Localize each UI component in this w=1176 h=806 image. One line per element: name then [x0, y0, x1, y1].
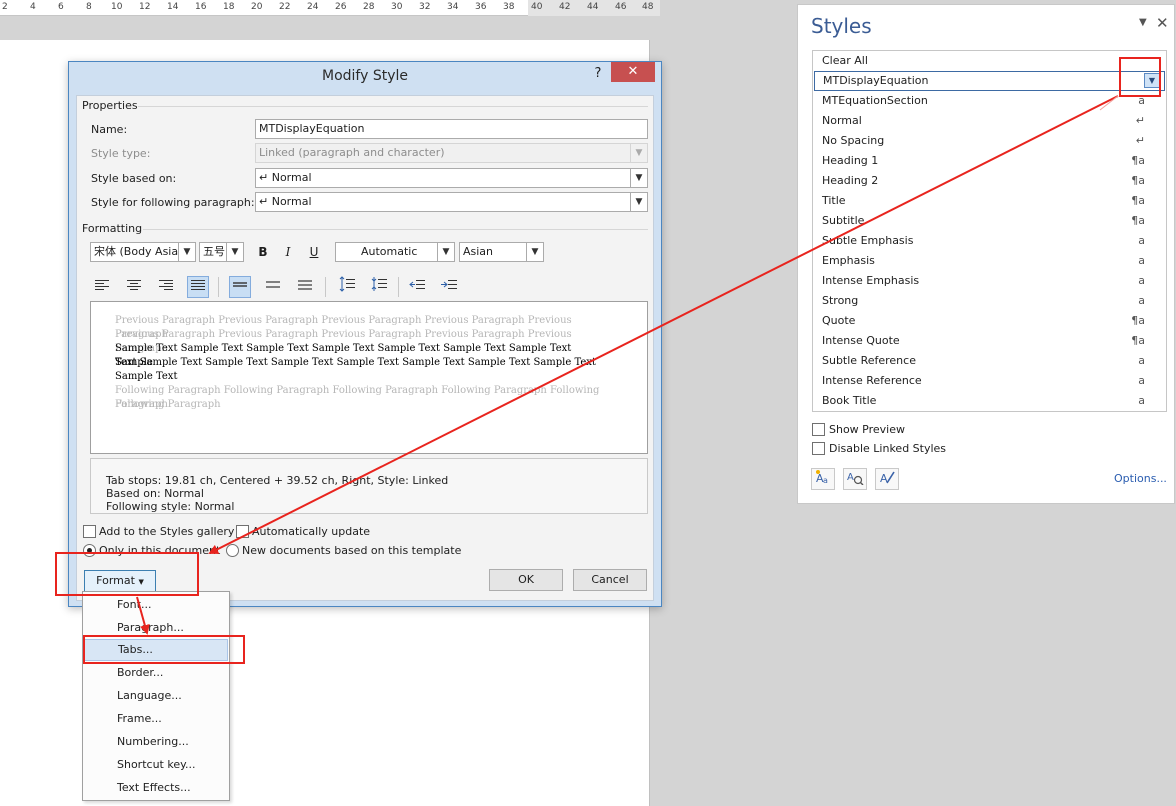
- annotation-arrow-to-format: [208, 95, 1119, 554]
- annotation-arrows: [136, 95, 1119, 635]
- annotation-arrow-to-tabs: [136, 596, 150, 635]
